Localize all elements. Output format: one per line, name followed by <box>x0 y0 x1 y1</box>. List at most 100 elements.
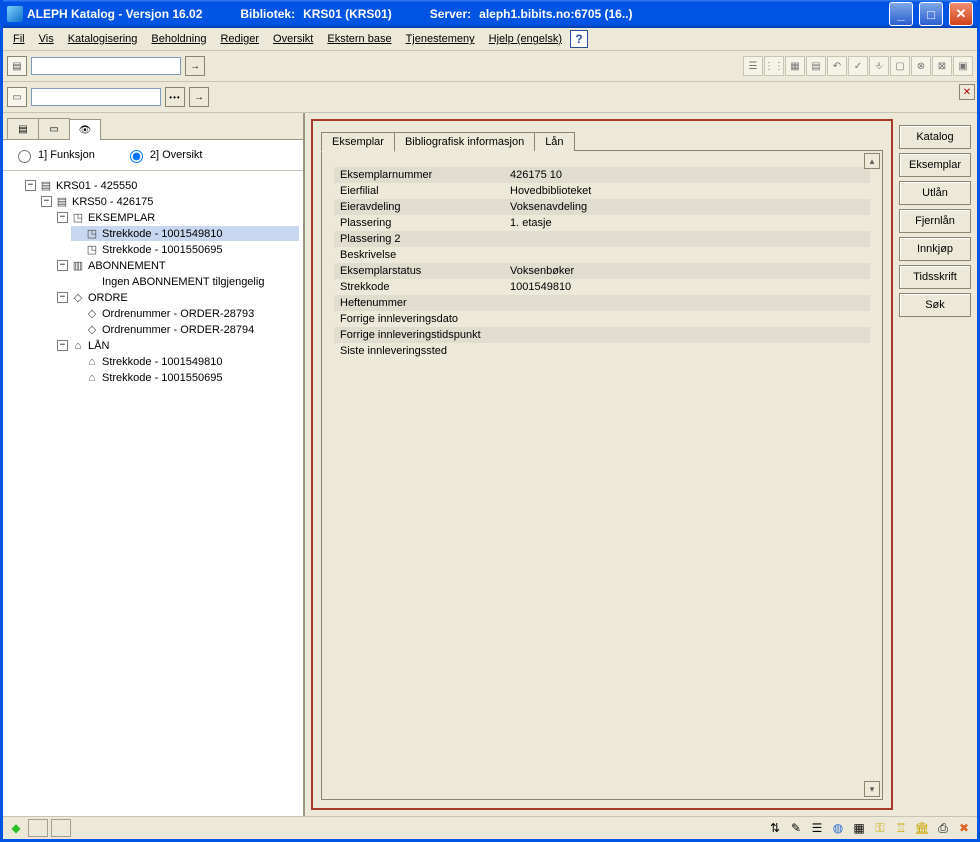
detail-label: Eieravdeling <box>334 199 504 215</box>
tree-leaf-laan1[interactable]: ⌂Strekkode - 1001549810 <box>71 354 299 369</box>
toolbar-icon-1[interactable]: ▤ <box>7 56 27 76</box>
detail-label: Forrige innleveringsdato <box>334 311 504 327</box>
side-buttons: Katalog Eksemplar Utlån Fjernlån Innkjøp… <box>899 119 971 810</box>
toolbar-row-2: ▭ ••• → ✕ <box>3 82 977 113</box>
tree-node-ordre[interactable]: −◇ORDRE <box>55 290 299 305</box>
detail-label: Eierfilial <box>334 183 504 199</box>
tool-icon-r7[interactable]: ⎀ <box>869 56 889 76</box>
detail-content: ▴ ▾ Eksemplarnummer426175 10EierfilialHo… <box>321 150 883 800</box>
search-input-1[interactable] <box>31 57 181 75</box>
detail-label: Plassering <box>334 215 504 231</box>
tab-bibliografisk[interactable]: Bibliografisk informasjon <box>394 132 535 151</box>
status-icon-printer[interactable]: ⎙ <box>934 819 952 837</box>
status-diamond-icon: ◆ <box>7 819 25 837</box>
status-icon-wand[interactable]: ✎ <box>787 819 805 837</box>
detail-label: Plassering 2 <box>334 231 504 247</box>
menu-ekstern-base[interactable]: Ekstern base <box>321 31 397 47</box>
menu-vis[interactable]: Vis <box>33 31 60 47</box>
tool-icon-r6[interactable]: ✓ <box>848 56 868 76</box>
status-icon-arrows[interactable]: ⇅ <box>766 819 784 837</box>
detail-value: 1001549810 <box>504 279 870 295</box>
status-icon-globe[interactable]: ◍ <box>829 819 847 837</box>
btn-innkjop[interactable]: Innkjøp <box>899 237 971 261</box>
tree-node-abonnement[interactable]: −▥ABONNEMENT <box>55 258 299 273</box>
tab-eksemplar[interactable]: Eksemplar <box>321 132 395 152</box>
menu-tjenestemeny[interactable]: Tjenestemeny <box>400 31 481 47</box>
tab-laan[interactable]: Lån <box>534 132 574 151</box>
status-icon-exit[interactable]: ✖ <box>955 819 973 837</box>
help-icon[interactable]: ? <box>570 30 588 48</box>
scroll-up-icon[interactable]: ▴ <box>864 153 880 169</box>
go-button-2[interactable]: → <box>189 87 209 107</box>
toolbar-icon-2[interactable]: ▭ <box>7 87 27 107</box>
detail-value: Hovedbiblioteket <box>504 183 870 199</box>
tree-node-laan[interactable]: −⌂LÅN <box>55 338 299 353</box>
detail-value <box>504 343 870 359</box>
status-icon-tower[interactable]: ♖ <box>892 819 910 837</box>
menu-oversikt[interactable]: Oversikt <box>267 31 319 47</box>
detail-value <box>504 295 870 311</box>
tool-icon-r1[interactable]: ☰ <box>743 56 763 76</box>
tool-icon-r10[interactable]: ⊠ <box>932 56 952 76</box>
tool-icon-r4[interactable]: ▤ <box>806 56 826 76</box>
scroll-down-icon[interactable]: ▾ <box>864 781 880 797</box>
detail-label: Heftenummer <box>334 295 504 311</box>
title-server-label: Server: <box>430 7 471 21</box>
tree-node-krs50[interactable]: −▤KRS50 - 426175 <box>39 194 299 209</box>
app-icon <box>7 6 23 22</box>
radio-funksjon[interactable]: 1] Funksjon <box>13 147 95 163</box>
left-tab-1[interactable]: ▤ <box>7 118 39 139</box>
close-button[interactable]: ✕ <box>949 2 973 26</box>
tool-icon-r3[interactable]: ▦ <box>785 56 805 76</box>
tree-view[interactable]: −▤KRS01 - 425550 −▤KRS50 - 426175 −◳EKSE… <box>3 171 303 816</box>
detail-value <box>504 247 870 263</box>
btn-utlaan[interactable]: Utlån <box>899 181 971 205</box>
tree-leaf-ex2[interactable]: ◳Strekkode - 1001550695 <box>71 242 299 257</box>
menu-rediger[interactable]: Rediger <box>214 31 265 47</box>
menu-hjelp[interactable]: Hjelp (engelsk) <box>483 31 568 47</box>
go-button-1[interactable]: → <box>185 56 205 76</box>
detail-value: Voksenavdeling <box>504 199 870 215</box>
tree-leaf-abonnement-none[interactable]: Ingen ABONNEMENT tilgjengelig <box>71 274 299 289</box>
menu-katalogisering[interactable]: Katalogisering <box>62 31 144 47</box>
tool-icon-r8[interactable]: ▢ <box>890 56 910 76</box>
toolbar-row-1: ▤ → ☰ ⋮⋮ ▦ ▤ ↶ ✓ ⎀ ▢ ⊗ ⊠ ▣ <box>3 51 977 82</box>
tree-leaf-ordre1[interactable]: ◇Ordrenummer - ORDER-28793 <box>71 306 299 321</box>
tree-leaf-ex1-selected[interactable]: ◳Strekkode - 1001549810 <box>71 226 299 241</box>
btn-tidsskrift[interactable]: Tidsskrift <box>899 265 971 289</box>
btn-fjernlaan[interactable]: Fjernlån <box>899 209 971 233</box>
tool-icon-r2[interactable]: ⋮⋮ <box>764 56 784 76</box>
title-library-value: KRS01 (KRS01) <box>303 7 392 21</box>
tool-icon-r11[interactable]: ▣ <box>953 56 973 76</box>
status-icon-calculator[interactable]: ▦ <box>850 819 868 837</box>
detail-label: Forrige innleveringstidspunkt <box>334 327 504 343</box>
btn-katalog[interactable]: Katalog <box>899 125 971 149</box>
left-tab-3-selected[interactable]: 👁 <box>69 119 101 140</box>
tree-leaf-ordre2[interactable]: ◇Ordrenummer - ORDER-28794 <box>71 322 299 337</box>
tree-root[interactable]: −▤KRS01 - 425550 <box>23 178 299 193</box>
status-icon-building[interactable]: 🏛 <box>913 819 931 837</box>
btn-eksemplar[interactable]: Eksemplar <box>899 153 971 177</box>
menu-beholdning[interactable]: Beholdning <box>145 31 212 47</box>
btn-sok[interactable]: Søk <box>899 293 971 317</box>
browse-button[interactable]: ••• <box>165 87 185 107</box>
tool-icon-r5[interactable]: ↶ <box>827 56 847 76</box>
tree-leaf-laan2[interactable]: ⌂Strekkode - 1001550695 <box>71 370 299 385</box>
menu-fil[interactable]: Fil <box>7 31 31 47</box>
minimize-button[interactable]: _ <box>889 2 913 26</box>
detail-label: Siste innleveringssted <box>334 343 504 359</box>
maximize-button[interactable]: □ <box>919 2 943 26</box>
status-icon-tree[interactable]: ☰ <box>808 819 826 837</box>
pane-close-icon[interactable]: ✕ <box>959 84 975 100</box>
radio-oversikt[interactable]: 2] Oversikt <box>125 147 203 163</box>
search-input-2[interactable] <box>31 88 161 106</box>
detail-value: Voksenbøker <box>504 263 870 279</box>
detail-value <box>504 231 870 247</box>
statusbar: ◆ ⇅ ✎ ☰ ◍ ▦ ⚿ ♖ 🏛 ⎙ ✖ <box>3 816 977 839</box>
status-icon-key[interactable]: ⚿ <box>871 819 889 837</box>
left-pane: ▤ ▭ 👁 1] Funksjon 2] Oversikt −▤KRS01 - … <box>3 113 305 816</box>
tree-node-eksemplar[interactable]: −◳EKSEMPLAR <box>55 210 299 225</box>
tool-icon-r9[interactable]: ⊗ <box>911 56 931 76</box>
radio-row: 1] Funksjon 2] Oversikt <box>3 140 303 171</box>
left-tab-2[interactable]: ▭ <box>38 118 70 139</box>
